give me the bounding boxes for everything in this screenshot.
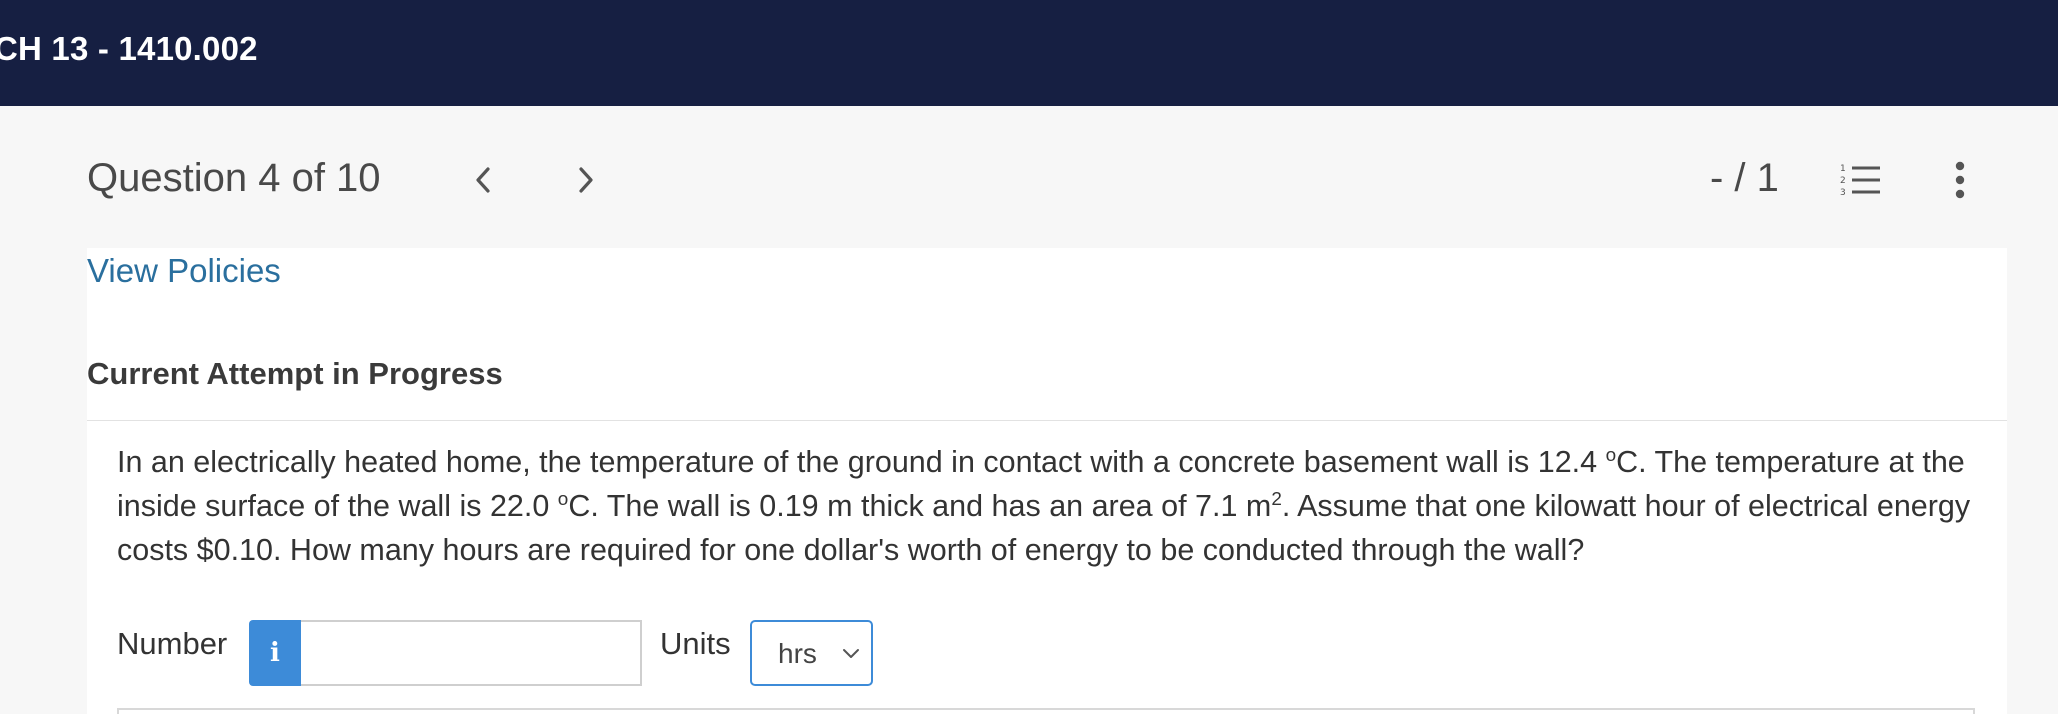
top-bar: CH 13 - 1410.002 (0, 0, 2058, 106)
question-score: - / 1 (1710, 156, 1779, 200)
chevron-right-icon (579, 167, 593, 193)
question-counter: Question 4 of 10 (87, 156, 381, 200)
number-label: Number (117, 626, 228, 661)
number-input[interactable] (301, 620, 642, 686)
question-list-button[interactable]: 1 2 3 (1836, 158, 1884, 202)
more-options-button[interactable] (1946, 158, 1974, 202)
degree-superscript: o (557, 488, 569, 510)
view-policies-link[interactable]: View Policies (87, 252, 281, 290)
answer-box-edge (117, 708, 1975, 714)
svg-text:2: 2 (1840, 176, 1846, 186)
question-text-part: C. The wall is 0.19 m thick and has an a… (568, 489, 1272, 523)
question-text-part: In an electrically heated home, the temp… (117, 445, 1606, 479)
previous-question-button[interactable] (463, 156, 503, 204)
degree-superscript: o (1605, 444, 1617, 466)
info-icon: i (270, 638, 280, 668)
answer-row: Number i Units hrs (117, 620, 1117, 686)
units-label: Units (660, 626, 731, 661)
units-select[interactable]: hrs (750, 620, 873, 686)
svg-text:3: 3 (1840, 188, 1846, 198)
vertical-ellipsis-icon (1955, 161, 1965, 199)
divider (87, 420, 2007, 421)
next-question-button[interactable] (566, 156, 606, 204)
chevron-left-icon (476, 167, 490, 193)
info-button[interactable]: i (249, 620, 301, 686)
attempt-heading: Current Attempt in Progress (87, 356, 503, 391)
question-text: In an electrically heated home, the temp… (117, 440, 1997, 572)
question-content: View Policies Current Attempt in Progres… (87, 248, 2007, 714)
course-title: CH 13 - 1410.002 (0, 30, 258, 67)
svg-text:1: 1 (1840, 164, 1846, 174)
question-header: Question 4 of 10 - / 1 1 2 3 (0, 106, 2058, 248)
units-selected-value: hrs (778, 638, 817, 669)
numbered-list-icon: 1 2 3 (1840, 164, 1880, 198)
chevron-down-icon (843, 649, 859, 658)
exponent-superscript: 2 (1271, 488, 1282, 510)
